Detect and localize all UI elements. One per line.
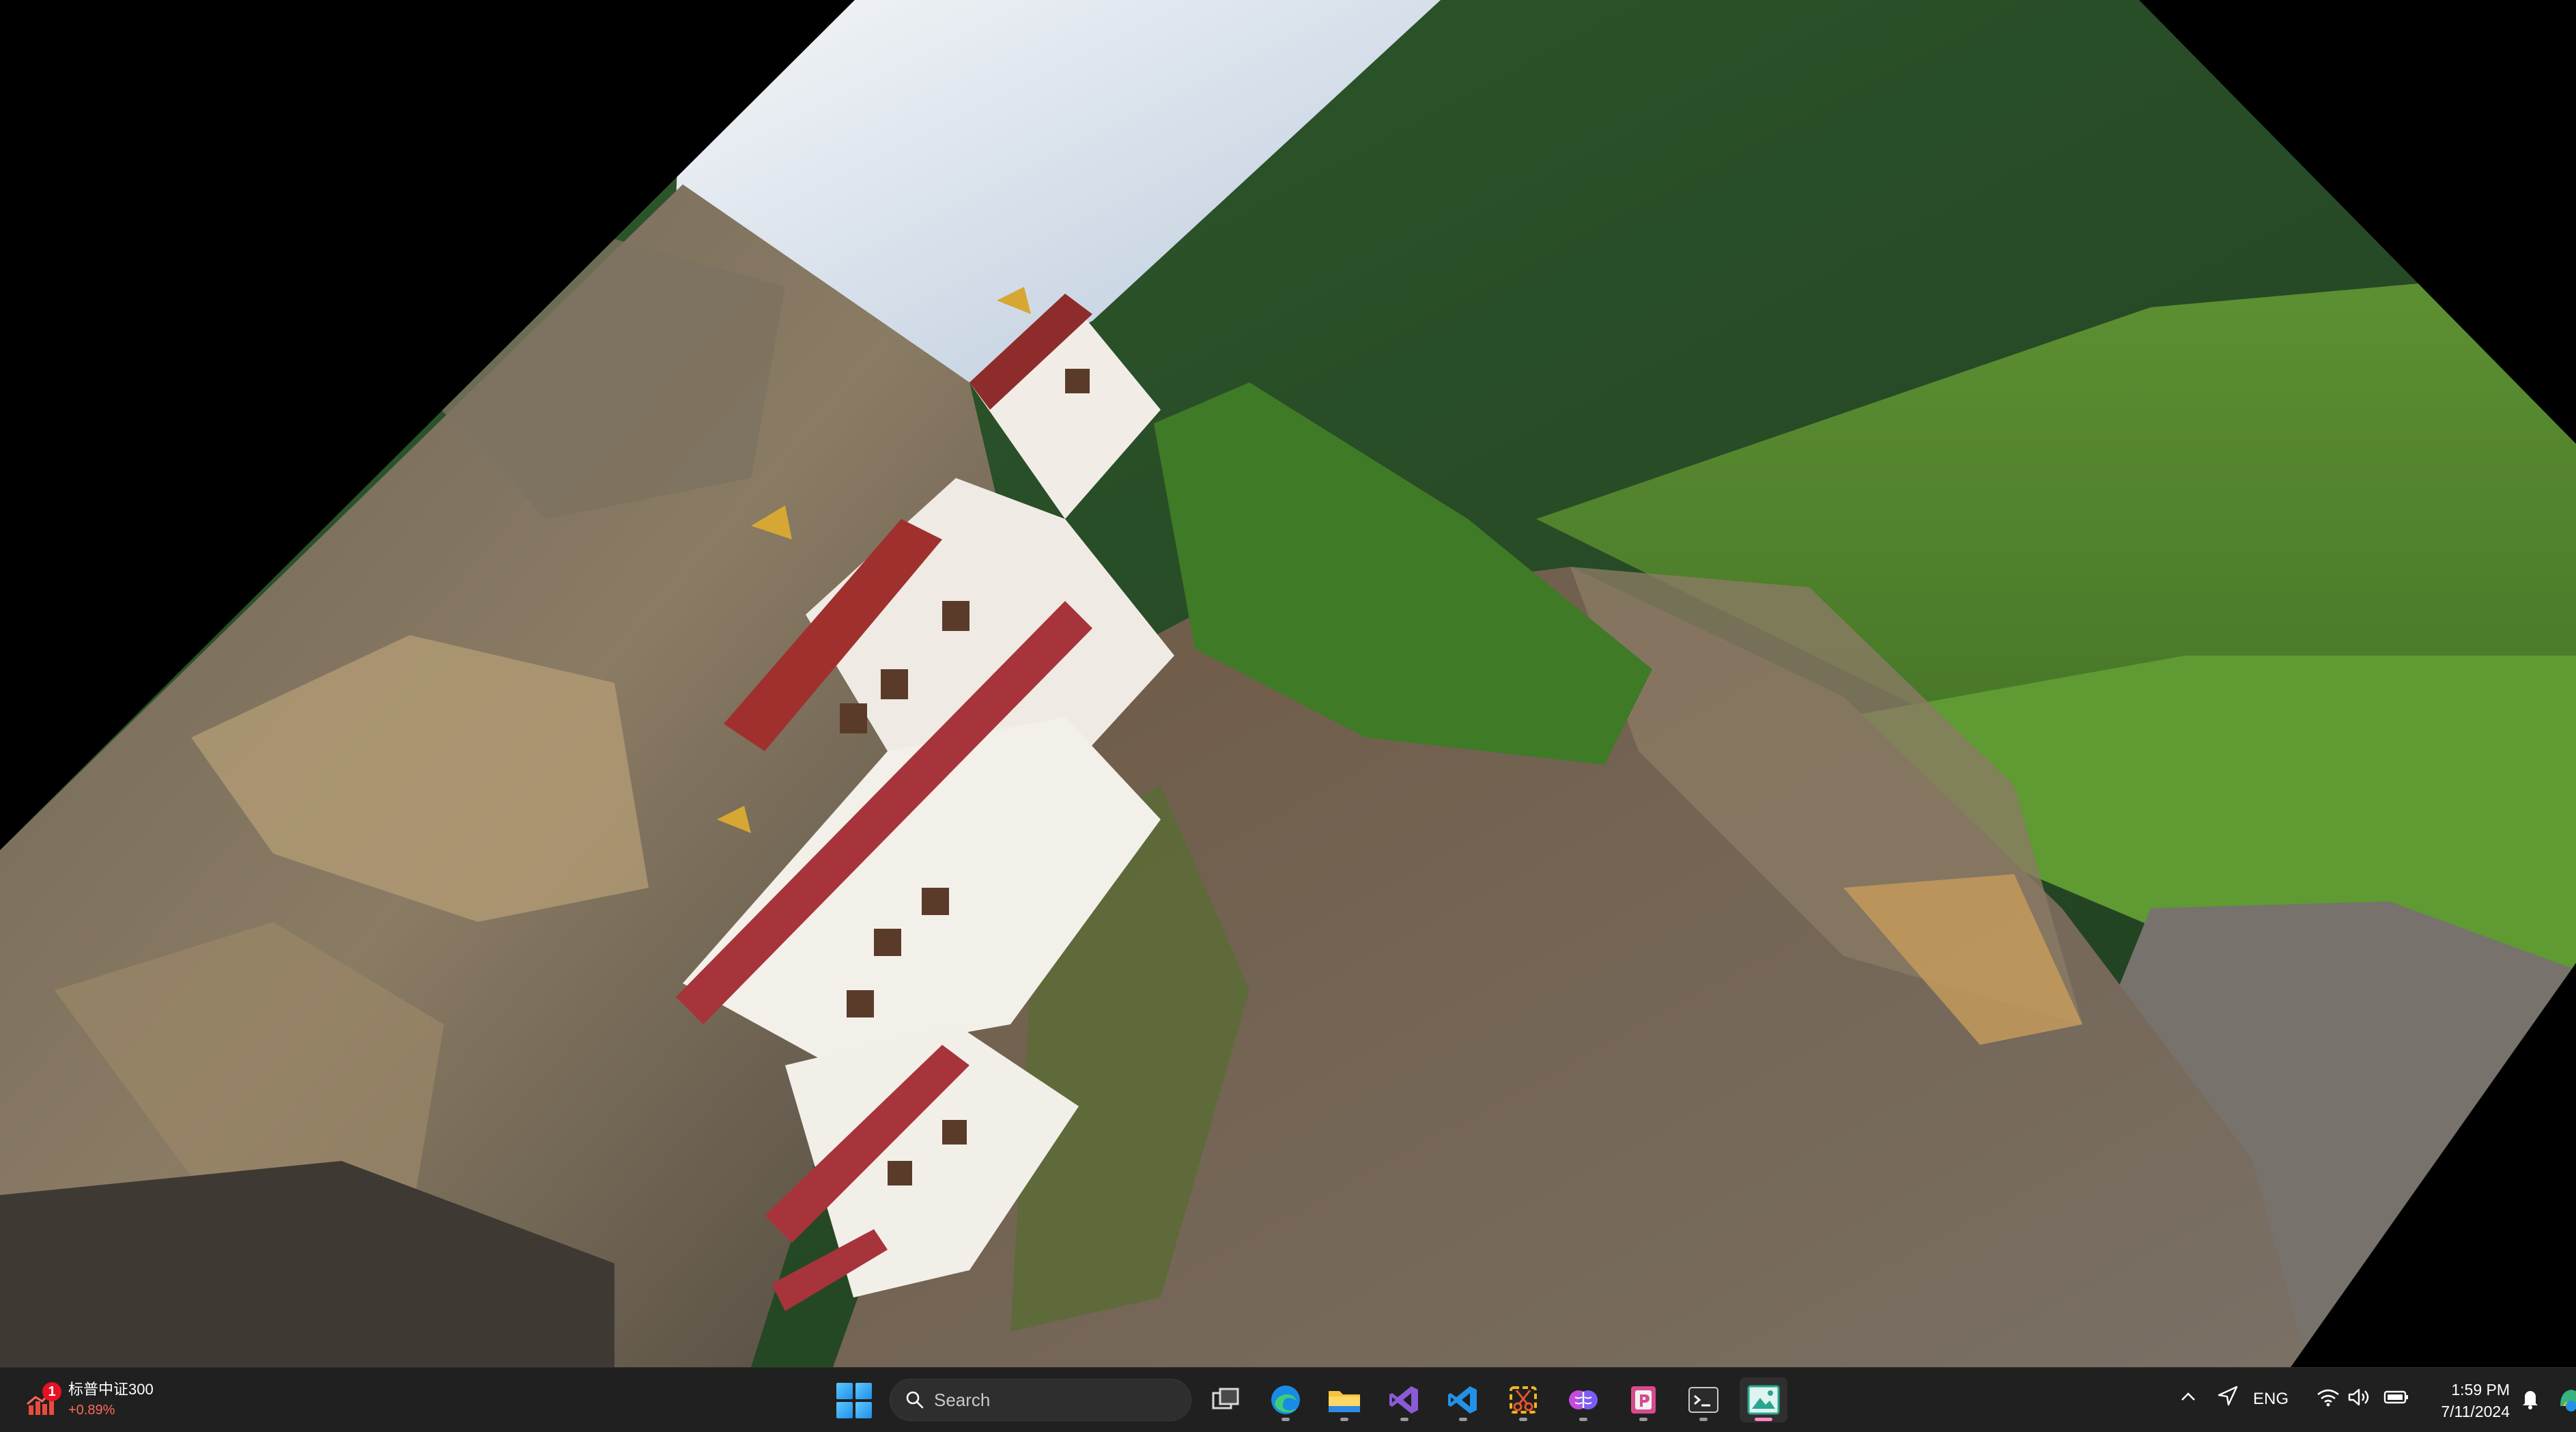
- folder-icon: [1329, 1391, 1360, 1412]
- volume-icon[interactable]: [2347, 1387, 2372, 1411]
- snipping-tool-icon: [1510, 1386, 1537, 1414]
- stock-chart-icon: 1: [25, 1381, 63, 1419]
- terminal-icon: [1688, 1387, 1718, 1413]
- taskbar-app-task-view[interactable]: [1202, 1377, 1249, 1422]
- taskbar-app-image-viewer[interactable]: [1740, 1377, 1787, 1422]
- windows-logo-icon: [836, 1383, 853, 1399]
- system-clock[interactable]: 1:59 PM 7/11/2024: [2428, 1379, 2510, 1422]
- taskbar-app-edge[interactable]: [1262, 1377, 1310, 1422]
- search-placeholder: Search: [934, 1389, 991, 1410]
- vscode-icon: [1448, 1386, 1477, 1414]
- search-icon: [906, 1391, 924, 1409]
- edge-icon: [1271, 1386, 1300, 1414]
- task-view-icon: [1212, 1388, 1239, 1409]
- location-icon[interactable]: [2216, 1384, 2239, 1411]
- copilot-icon[interactable]: [2556, 1386, 2576, 1416]
- taskbar-app-copilot[interactable]: [1559, 1377, 1607, 1422]
- notification-badge: 1: [42, 1382, 61, 1401]
- wifi-icon[interactable]: [2316, 1387, 2340, 1411]
- clock-time: 1:59 PM: [2451, 1381, 2510, 1399]
- desktop[interactable]: [0, 0, 2576, 1367]
- visual-studio-icon: [1389, 1386, 1418, 1414]
- start-button[interactable]: [836, 1383, 872, 1418]
- taskbar: 1 标普中证300 +0.89% Search ENG 1:59 PM 7/11…: [0, 1367, 2576, 1432]
- notification-bell-icon[interactable]: [2519, 1387, 2541, 1414]
- wallpaper-photo-art: [0, 0, 2576, 1367]
- battery-icon[interactable]: [2383, 1387, 2410, 1411]
- taskbar-app-visual-studio[interactable]: [1381, 1377, 1428, 1422]
- show-hidden-icons-chevron-icon[interactable]: [2178, 1387, 2198, 1411]
- language-indicator[interactable]: ENG: [2253, 1390, 2289, 1409]
- stock-widget[interactable]: 1 标普中证300 +0.89%: [25, 1379, 154, 1421]
- brain-icon: [1569, 1390, 1598, 1409]
- search-box[interactable]: Search: [890, 1379, 1191, 1421]
- powerpoint-icon: [1631, 1386, 1656, 1414]
- taskbar-app-powerpoint[interactable]: [1619, 1377, 1667, 1422]
- taskbar-app-terminal[interactable]: [1680, 1377, 1727, 1422]
- taskbar-app-vscode[interactable]: [1439, 1377, 1487, 1422]
- clock-date: 7/11/2024: [2441, 1403, 2510, 1420]
- taskbar-app-file-explorer[interactable]: [1320, 1377, 1368, 1422]
- widget-title: 标普中证300: [68, 1381, 154, 1398]
- image-viewer-icon: [1747, 1385, 1780, 1415]
- wallpaper-photo: [0, 0, 2576, 1367]
- widget-change: +0.89%: [68, 1403, 115, 1418]
- taskbar-app-snipping-tool[interactable]: [1499, 1377, 1547, 1422]
